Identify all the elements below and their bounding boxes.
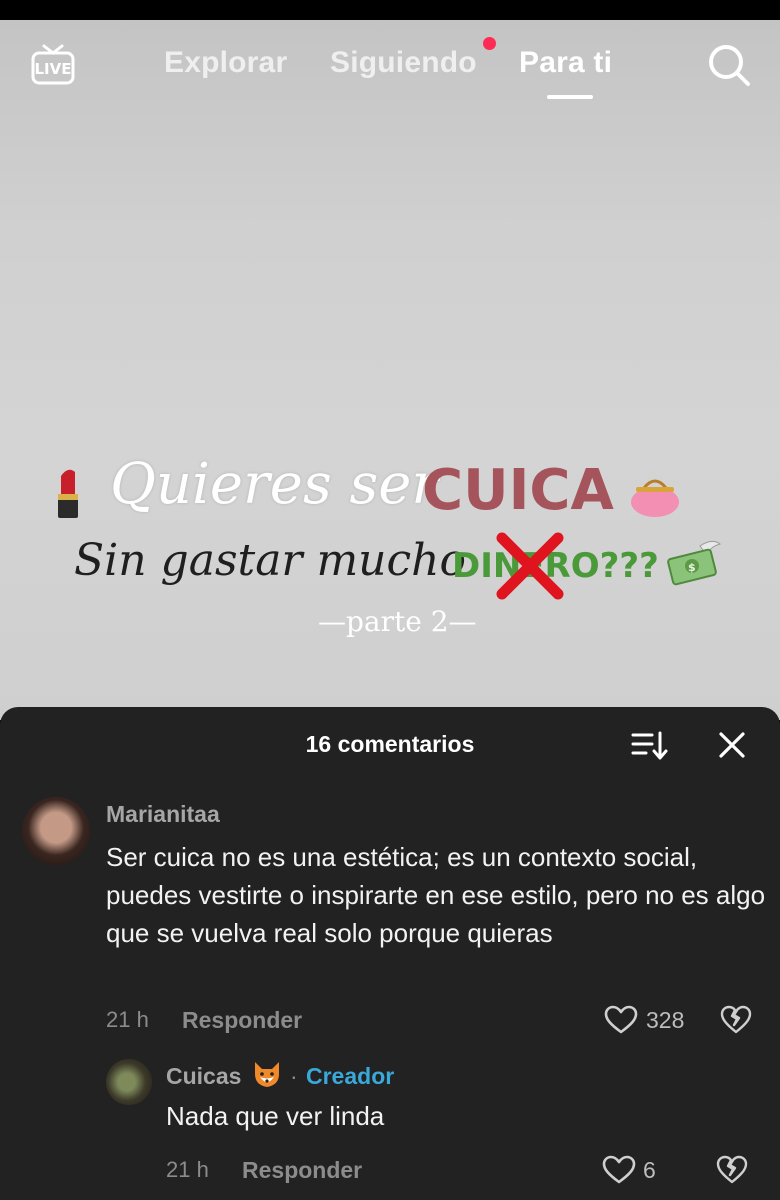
overlay-line1-bold: CUICA — [422, 458, 614, 523]
close-icon[interactable] — [718, 731, 746, 759]
svg-text:LIVE: LIVE — [35, 60, 72, 78]
active-tab-indicator — [547, 95, 593, 99]
reply-timestamp: 21 h — [166, 1157, 209, 1182]
heart-icon[interactable] — [604, 1005, 638, 1035]
reply-button[interactable]: Responder — [182, 1007, 302, 1034]
broken-heart-icon[interactable] — [720, 1005, 752, 1035]
money-with-wings-icon: $ — [667, 540, 722, 586]
comment-username[interactable]: Marianitaa — [106, 801, 220, 828]
purse-icon — [631, 479, 679, 517]
overlay-line2-script: Sin gastar mucho — [74, 535, 466, 586]
search-icon[interactable] — [706, 42, 752, 88]
comment-text: Ser cuica no es una estética; es un cont… — [106, 842, 766, 948]
reply-text: Nada que ver linda — [166, 1101, 385, 1131]
overlay-line1-script: Quieres ser — [110, 452, 439, 517]
like-count: 6 — [643, 1157, 656, 1183]
comments-panel: 16 comentarios Marianitaa Ser cuica no e… — [0, 707, 780, 1200]
lipstick-icon — [58, 469, 78, 518]
separator-dot: · — [290, 1063, 298, 1089]
avatar[interactable] — [22, 797, 90, 865]
sort-icon[interactable] — [630, 729, 668, 763]
tab-para-ti[interactable]: Para ti — [519, 46, 612, 80]
tab-explorar[interactable]: Explorar — [164, 46, 287, 80]
video-player[interactable]: Quieres ser CUICA Sin gastar mucho DINER… — [0, 20, 780, 720]
red-x-mark-icon — [496, 532, 564, 600]
notification-dot — [483, 37, 496, 50]
fox-icon — [255, 1062, 279, 1087]
creator-badge: Creador — [306, 1063, 395, 1089]
avatar[interactable] — [106, 1059, 152, 1105]
top-navigation: LIVE Explorar Siguiendo Para ti — [0, 20, 780, 110]
like-count: 328 — [646, 1007, 685, 1033]
status-bar — [0, 0, 780, 20]
comment-timestamp: 21 h — [106, 1007, 149, 1032]
reply-username[interactable]: Cuicas — [166, 1063, 241, 1090]
heart-icon[interactable] — [602, 1155, 636, 1185]
tab-siguiendo[interactable]: Siguiendo — [330, 46, 477, 80]
svg-text:$: $ — [688, 561, 696, 574]
live-tv-icon[interactable]: LIVE — [30, 42, 76, 86]
reply-button[interactable]: Responder — [242, 1157, 362, 1184]
broken-heart-icon[interactable] — [716, 1155, 748, 1185]
overlay-part-label: —parte 2— — [318, 605, 477, 638]
